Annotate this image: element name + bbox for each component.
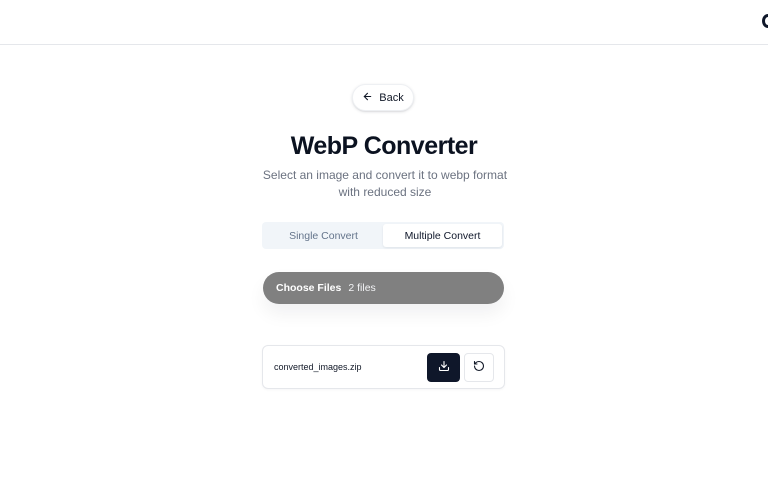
page-title: WebP Converter [290, 132, 478, 160]
back-button-label: Back [379, 91, 404, 104]
rotate-ccw-icon [473, 359, 485, 377]
arrow-left-icon [362, 91, 373, 105]
convert-mode-tabs: Single Convert Multiple Convert [262, 222, 504, 249]
download-icon [438, 359, 450, 377]
partial-logo-icon[interactable] [762, 14, 768, 28]
choose-files-button[interactable]: Choose Files [276, 282, 341, 294]
top-header [0, 0, 768, 45]
file-count-status: 2 files [348, 282, 376, 294]
back-button[interactable]: Back [352, 84, 414, 111]
download-button[interactable] [427, 353, 460, 382]
converted-file-card: converted_images.zip [262, 345, 505, 389]
reset-button[interactable] [464, 353, 494, 382]
tab-multiple-convert[interactable]: Multiple Convert [383, 224, 502, 247]
page-subtitle: Select an image and convert it to webp f… [262, 168, 508, 199]
tab-single-convert[interactable]: Single Convert [264, 224, 383, 247]
file-input[interactable]: Choose Files 2 files [263, 272, 504, 304]
converted-file-name: converted_images.zip [274, 362, 362, 372]
